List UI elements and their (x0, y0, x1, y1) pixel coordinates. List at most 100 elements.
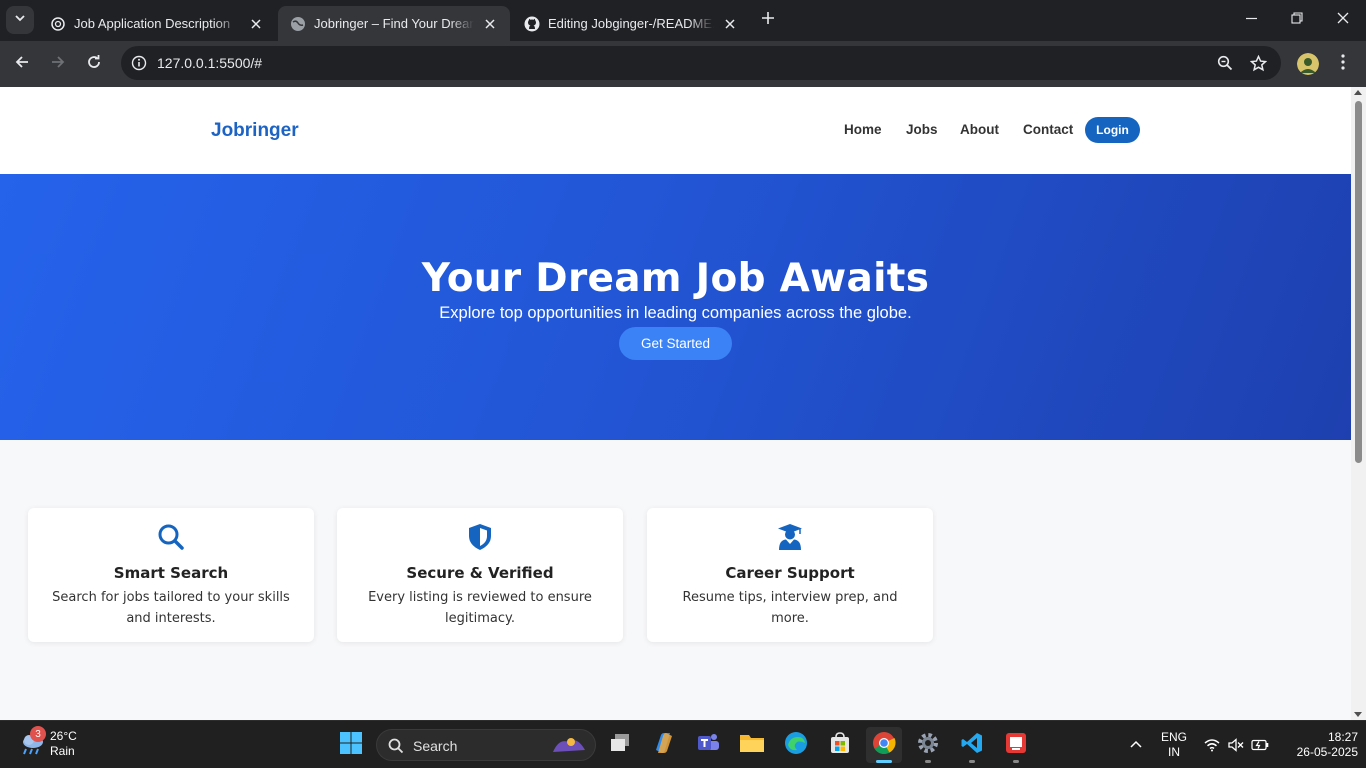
feature-text: Search for jobs tailored to your skills … (52, 590, 290, 626)
wifi-icon[interactable] (1202, 735, 1222, 755)
minimize-button[interactable] (1228, 0, 1274, 40)
vscode-button[interactable] (954, 727, 990, 763)
chrome-button[interactable] (866, 727, 902, 763)
task-view-icon (609, 733, 631, 758)
language-indicator[interactable]: ENG IN (1158, 730, 1190, 760)
running-indicator (876, 760, 892, 763)
copilot-icon (652, 732, 676, 759)
gear-icon (916, 731, 940, 760)
clock-time: 18:27 (1327, 730, 1358, 744)
nav-jobs[interactable]: Jobs (906, 122, 938, 137)
minimize-icon (1245, 11, 1257, 29)
login-button[interactable]: Login (1085, 117, 1140, 143)
feature-title: Career Support (725, 564, 855, 582)
menu-button[interactable] (1327, 48, 1359, 80)
taskbar-search-label: Search (413, 738, 458, 754)
file-explorer-button[interactable] (734, 727, 770, 763)
store-button[interactable] (822, 727, 858, 763)
more-vertical-icon (1341, 53, 1345, 75)
page-scrollbar[interactable] (1351, 87, 1366, 720)
volume-muted-icon[interactable] (1226, 735, 1246, 755)
task-view-button[interactable] (602, 727, 638, 763)
teams-icon (696, 732, 720, 759)
temperature: 26°C (50, 729, 77, 743)
arrow-right-icon (50, 54, 66, 75)
tab-github-readme[interactable]: Editing Jobginger-/README.md (512, 6, 750, 41)
start-button[interactable] (333, 727, 369, 763)
get-started-button[interactable]: Get Started (619, 327, 732, 360)
running-indicator (969, 760, 975, 763)
feature-card-career-support: Career Support Resume tips, interview pr… (647, 508, 933, 642)
hero-title: Your Dream Job Awaits (421, 256, 930, 301)
site-logo[interactable]: Jobringer (211, 120, 299, 142)
running-indicator (925, 760, 931, 763)
chevron-up-icon[interactable] (1126, 735, 1146, 755)
chrome-icon (872, 731, 896, 760)
weather-condition: Rain (50, 744, 75, 758)
taskbar-search[interactable]: Search (376, 729, 596, 761)
red-app-button[interactable] (998, 727, 1034, 763)
clock[interactable]: 18:27 26-05-2025 (1282, 730, 1358, 760)
teams-button[interactable] (690, 727, 726, 763)
hero-subtitle: Explore top opportunities in leading com… (439, 304, 912, 322)
settings-button[interactable] (910, 727, 946, 763)
battery-icon[interactable] (1250, 735, 1270, 755)
nav-contact[interactable]: Contact (1023, 122, 1073, 137)
bookmark-star-icon[interactable] (1248, 53, 1268, 73)
openai-icon (50, 16, 66, 32)
forward-button[interactable] (42, 48, 74, 80)
nav-home[interactable]: Home (844, 122, 882, 137)
site-navbar: Jobringer Home Jobs About Contact Login (0, 87, 1351, 174)
scroll-down-arrow-icon[interactable] (1354, 712, 1362, 717)
edge-icon (784, 731, 808, 760)
close-icon[interactable] (248, 16, 264, 32)
running-indicator (1013, 760, 1019, 763)
windows-icon (339, 731, 363, 760)
back-button[interactable] (6, 48, 38, 80)
hero-section: Your Dream Job Awaits Explore top opport… (0, 174, 1351, 440)
edge-button[interactable] (778, 727, 814, 763)
page-viewport: Jobringer Home Jobs About Contact Login … (0, 87, 1351, 720)
language-line2: IN (1168, 745, 1180, 759)
feature-title: Secure & Verified (406, 564, 554, 582)
globe-icon (290, 16, 306, 32)
app-icon (1005, 732, 1027, 759)
close-window-button[interactable] (1320, 0, 1366, 40)
chevron-down-icon (14, 11, 26, 29)
feature-title: Smart Search (113, 564, 229, 582)
windows-taskbar: 3 26°C Rain Search ENG IN 18:27 26-05-20… (0, 720, 1366, 768)
tab-jobringer[interactable]: Jobringer – Find Your Dream Job (278, 6, 510, 41)
tab-strip: Job Application Description Jobringer – … (0, 0, 1366, 41)
zoom-icon[interactable] (1215, 53, 1235, 73)
feature-text: Every listing is reviewed to ensure legi… (368, 590, 592, 626)
reload-button[interactable] (78, 48, 110, 80)
plus-icon (761, 11, 775, 30)
tab-title: Job Application Description (74, 16, 231, 31)
feature-card-smart-search: Smart Search Search for jobs tailored to… (28, 508, 314, 642)
weather-text: 26°C Rain (50, 729, 77, 759)
vscode-icon (960, 731, 984, 760)
restore-button[interactable] (1274, 0, 1320, 40)
address-bar[interactable]: 127.0.0.1:5500/# (121, 46, 1281, 80)
url-text: 127.0.0.1:5500/# (157, 55, 263, 71)
browser-toolbar: 127.0.0.1:5500/# (0, 41, 1366, 87)
copilot-button[interactable] (646, 727, 682, 763)
tab-search-button[interactable] (6, 6, 34, 34)
tab-job-application[interactable]: Job Application Description (38, 6, 276, 41)
store-icon (829, 731, 851, 759)
close-icon[interactable] (722, 16, 738, 32)
folder-icon (739, 732, 765, 759)
nav-about[interactable]: About (960, 122, 999, 137)
info-icon[interactable] (129, 53, 149, 73)
feature-card-secure-verified: Secure & Verified Every listing is revie… (337, 508, 623, 642)
restore-icon (1291, 11, 1303, 29)
scroll-thumb[interactable] (1355, 101, 1362, 463)
search-icon (28, 522, 314, 552)
new-tab-button[interactable] (756, 8, 780, 32)
weather-badge: 3 (30, 726, 46, 742)
clock-date: 26-05-2025 (1296, 745, 1358, 759)
profile-avatar[interactable] (1297, 53, 1319, 75)
close-icon[interactable] (482, 16, 498, 32)
scroll-up-arrow-icon[interactable] (1354, 90, 1362, 95)
feature-text: Resume tips, interview prep, and more. (682, 590, 898, 626)
